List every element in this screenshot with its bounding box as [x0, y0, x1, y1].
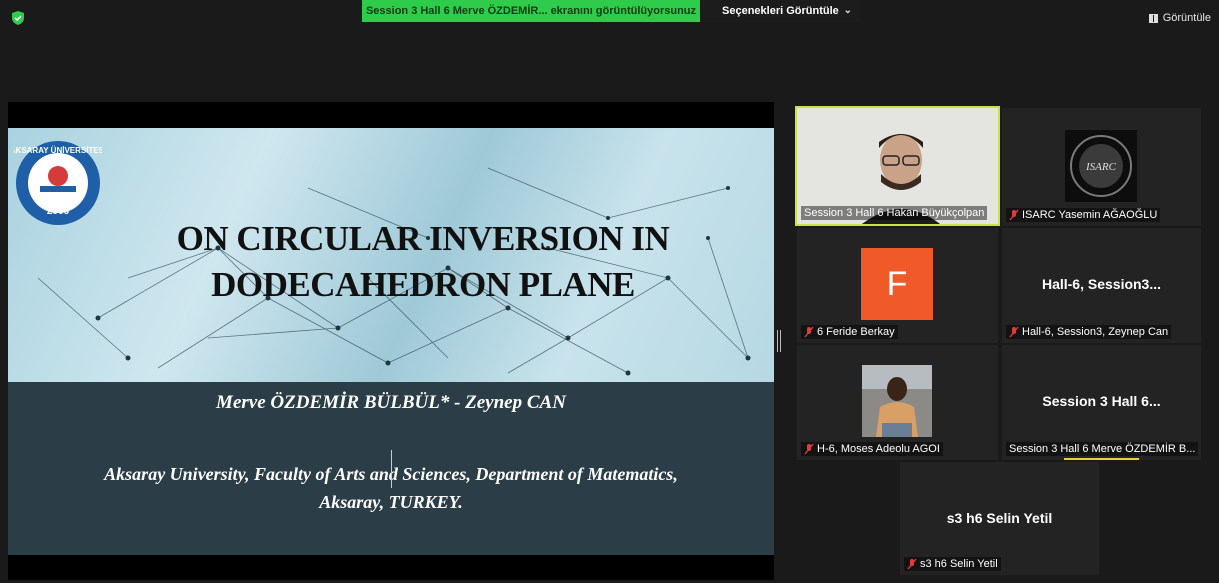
slide-title-line1: ON CIRCULAR INVERSION IN	[176, 219, 670, 258]
speaking-indicator	[1064, 458, 1139, 460]
participant-name: Hall-6, Session3, Zeynep Can	[1006, 325, 1172, 339]
layout-icon	[1148, 13, 1158, 23]
view-button-label: Görüntüle	[1162, 12, 1211, 24]
muted-mic-icon	[907, 558, 917, 570]
muted-mic-icon	[804, 326, 814, 338]
screen-share-banner: Session 3 Hall 6 Merve ÖZDEMİR... ekranı…	[362, 0, 700, 22]
view-options-label: Seçenekleri Görüntüle	[722, 5, 839, 17]
panel-resize-handle[interactable]	[777, 330, 781, 352]
slide-title-line2: DODECAHEDRON PLANE	[211, 265, 635, 304]
participant-name: 6 Feride Berkay	[801, 325, 898, 339]
meeting-top-bar: Session 3 Hall 6 Merve ÖZDEMİR... ekranı…	[0, 0, 1219, 100]
participant-photo	[862, 365, 932, 437]
view-options-button[interactable]: Seçenekleri Görüntüle ⌄	[702, 0, 860, 22]
participant-name: ISARC Yasemin AĞAOĞLU	[1006, 208, 1161, 222]
participant-tile-merve[interactable]: Session 3 Hall 6... Session 3 Hall 6 Mer…	[1002, 345, 1201, 460]
shield-icon[interactable]	[10, 10, 26, 26]
muted-mic-icon	[804, 443, 814, 455]
slide-header-area: 2006 AKSARAY ÜNİVERSİTESİ ON CIRCULAR IN…	[8, 128, 774, 382]
participant-display-name: Session 3 Hall 6...	[1042, 393, 1161, 409]
participant-name: s3 h6 Selin Yetil	[904, 557, 1001, 571]
participant-tile-feride[interactable]: F 6 Feride Berkay	[797, 228, 998, 343]
slide-title: ON CIRCULAR INVERSION IN DODECAHEDRON PL…	[78, 216, 768, 308]
svg-text:2006: 2006	[47, 206, 70, 217]
participant-display-name: s3 h6 Selin Yetil	[946, 510, 1053, 526]
svg-text:ISARC: ISARC	[1085, 161, 1117, 173]
slide-affiliation-line2: Aksaray, TURKEY.	[319, 492, 463, 512]
participant-name: Session 3 Hall 6 Hakan Büyükçolpan	[801, 206, 988, 220]
isarc-logo: ISARC	[1065, 130, 1137, 202]
participant-tile-selin[interactable]: s3 h6 Selin Yetil s3 h6 Selin Yetil	[900, 462, 1099, 575]
participant-tile-isarc[interactable]: ISARC ISARC Yasemin AĞAOĞLU	[1002, 108, 1201, 226]
participant-tile-hakan[interactable]: Session 3 Hall 6 Hakan Büyükçolpan	[795, 106, 1000, 226]
participant-name: Session 3 Hall 6 Merve ÖZDEMİR B...	[1006, 442, 1199, 456]
muted-mic-icon	[1009, 326, 1019, 338]
participant-tile-moses[interactable]: H-6, Moses Adeolu AGOI	[797, 345, 998, 460]
university-logo: 2006 AKSARAY ÜNİVERSİTESİ	[14, 141, 102, 225]
chevron-down-icon: ⌄	[843, 5, 852, 16]
svg-text:AKSARAY ÜNİVERSİTESİ: AKSARAY ÜNİVERSİTESİ	[14, 146, 102, 155]
participant-tile-zeynep[interactable]: Hall-6, Session3... Hall-6, Session3, Ze…	[1002, 228, 1201, 343]
participant-name: H-6, Moses Adeolu AGOI	[801, 442, 943, 456]
avatar: F	[861, 248, 933, 320]
shared-screen[interactable]: 2006 AKSARAY ÜNİVERSİTESİ ON CIRCULAR IN…	[8, 102, 774, 580]
participant-display-name: Hall-6, Session3...	[1041, 276, 1162, 292]
text-cursor	[391, 450, 392, 488]
view-button[interactable]: Görüntüle	[1148, 12, 1211, 24]
slide-authors: Merve ÖZDEMİR BÜLBÜL* - Zeynep CAN	[216, 392, 566, 413]
muted-mic-icon	[1009, 209, 1019, 221]
